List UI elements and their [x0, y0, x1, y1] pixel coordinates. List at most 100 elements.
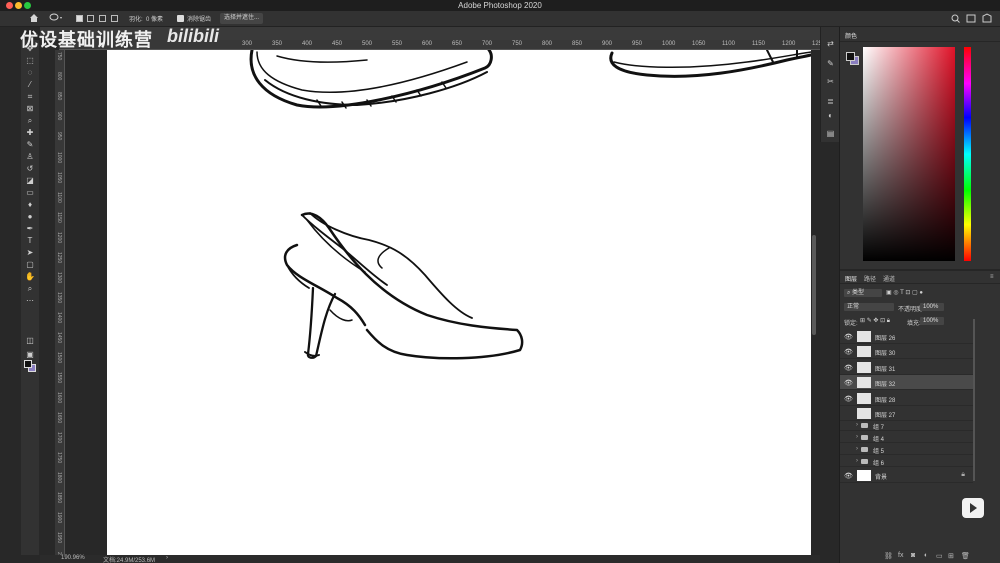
crop-tool-icon[interactable]: ⌗: [25, 92, 35, 101]
layer-name[interactable]: 图层 32: [875, 379, 895, 388]
lasso-tool-icon[interactable]: ◌: [25, 68, 35, 77]
layer-filter-select[interactable]: ⌕ 类型: [844, 289, 882, 297]
group-expand-chevron-icon[interactable]: ›: [856, 422, 858, 428]
layer-row[interactable]: 👁︎ 图层 30: [840, 344, 973, 360]
link-layers-icon[interactable]: ⛓: [884, 552, 893, 560]
shape-tool-icon[interactable]: ▢: [25, 260, 35, 269]
lock-icons[interactable]: ⊞ ✎ ✥ ⊡ 🔒︎: [860, 317, 890, 325]
healing-brush-icon[interactable]: ✚: [25, 128, 35, 137]
lock-icon[interactable]: 🔒︎: [961, 471, 965, 479]
search-icon[interactable]: [951, 14, 960, 23]
brush-settings-icon[interactable]: ✎: [826, 59, 835, 68]
layer-row[interactable]: 👁︎ 背景 🔒︎: [840, 468, 973, 483]
more-tools-icon[interactable]: ⋯: [25, 296, 35, 305]
home-icon[interactable]: [29, 13, 39, 23]
layer-name[interactable]: 图层 31: [875, 364, 895, 373]
group-expand-chevron-icon[interactable]: ›: [856, 458, 858, 464]
blur-tool-icon[interactable]: ♦: [25, 200, 35, 209]
layer-name[interactable]: 图层 28: [875, 395, 895, 404]
type-tool-icon[interactable]: T: [25, 236, 35, 245]
tab-channels[interactable]: 通道: [883, 274, 895, 283]
styles-icon[interactable]: ◐: [826, 111, 835, 120]
visibility-eye-icon[interactable]: 👁︎: [844, 364, 853, 372]
eraser-tool-icon[interactable]: ◪: [25, 176, 35, 185]
group-expand-chevron-icon[interactable]: ›: [856, 446, 858, 452]
select-and-mask-button[interactable]: 选择并遮住...: [220, 13, 264, 24]
quick-mask-icon[interactable]: ◫: [25, 336, 35, 345]
adjustments-icon[interactable]: ✂: [826, 77, 835, 86]
visibility-eye-icon[interactable]: 👁︎: [844, 333, 853, 341]
eyedropper-tool-icon[interactable]: ⌕: [25, 116, 35, 125]
blend-mode-select[interactable]: 正常: [844, 303, 894, 311]
layer-row[interactable]: 👁︎ 图层 28: [840, 391, 973, 406]
document-tab-bar[interactable]: [40, 27, 820, 40]
new-layer-icon[interactable]: ⊞: [948, 552, 954, 560]
channels-icon[interactable]: ▤: [826, 129, 835, 138]
color-spectrum[interactable]: [863, 47, 955, 261]
lasso-tool-icon[interactable]: [49, 13, 63, 23]
layer-row[interactable]: 👁︎ 图层 31: [840, 360, 973, 375]
tab-color[interactable]: 颜色: [845, 31, 857, 40]
layer-name[interactable]: 图层 27: [875, 410, 895, 419]
gradient-tool-icon[interactable]: ▭: [25, 188, 35, 197]
layer-name[interactable]: 图层 26: [875, 333, 895, 342]
status-menu-chevron-icon[interactable]: ›: [166, 555, 168, 561]
layer-row[interactable]: 👁︎ 图层 26: [840, 329, 973, 344]
layer-name[interactable]: 图层 30: [875, 348, 895, 357]
zoom-tool-icon[interactable]: ⌕: [25, 284, 35, 293]
feather-input[interactable]: 0 像素: [146, 14, 163, 23]
vertical-scrollbar[interactable]: [812, 235, 816, 335]
history-panel-icon[interactable]: ⇄: [826, 39, 835, 48]
marquee-tool-icon[interactable]: ⬚: [25, 56, 35, 65]
document-canvas[interactable]: [107, 50, 811, 555]
folder-icon: [861, 435, 868, 440]
history-brush-icon[interactable]: ↺: [25, 164, 35, 173]
group-expand-chevron-icon[interactable]: ›: [856, 434, 858, 440]
layer-group-row[interactable]: › 组 5: [840, 443, 973, 455]
filter-type-icons[interactable]: ▣ ◎ T ⊡ ▢ ●: [886, 289, 923, 296]
intersect-selection-icon[interactable]: [111, 15, 118, 22]
layer-group-row[interactable]: › 组 4: [840, 431, 973, 443]
hand-tool-icon[interactable]: ✋: [25, 272, 35, 281]
delete-layer-icon[interactable]: 🗑︎: [961, 552, 970, 560]
ruler-tick-label: 700: [482, 41, 493, 47]
layer-style-icon[interactable]: fx: [898, 552, 903, 559]
anti-alias-checkbox[interactable]: [177, 15, 184, 22]
properties-icon[interactable]: ≣: [826, 97, 835, 106]
hue-slider[interactable]: [964, 47, 971, 261]
add-mask-icon[interactable]: ◙: [911, 552, 915, 559]
adjustment-layer-icon[interactable]: ◐: [924, 552, 928, 559]
quick-select-tool-icon[interactable]: ⁄: [25, 80, 35, 89]
clone-stamp-icon[interactable]: ♙: [25, 152, 35, 161]
brush-tool-icon[interactable]: ✎: [25, 140, 35, 149]
workspace-icon[interactable]: [966, 14, 976, 23]
pen-tool-icon[interactable]: ✒: [25, 224, 35, 233]
frame-tool-icon[interactable]: ⊠: [25, 104, 35, 113]
panel-menu-icon[interactable]: ≡: [990, 274, 994, 280]
visibility-eye-icon[interactable]: 👁︎: [844, 348, 853, 356]
new-selection-icon[interactable]: [76, 15, 83, 22]
color-panel-foreground-swatch[interactable]: [846, 52, 855, 61]
foreground-color-swatch[interactable]: [24, 360, 32, 368]
add-to-selection-icon[interactable]: [87, 15, 94, 22]
layers-scrollbar[interactable]: [973, 319, 975, 481]
layer-group-row[interactable]: › 组 6: [840, 455, 973, 467]
screen-mode-icon[interactable]: ▣: [25, 350, 35, 359]
visibility-eye-icon[interactable]: 👁︎: [844, 395, 853, 403]
fill-input[interactable]: 100%: [920, 317, 944, 325]
dodge-tool-icon[interactable]: ●: [25, 212, 35, 221]
tab-layers[interactable]: 图层: [845, 274, 857, 283]
visibility-eye-icon[interactable]: 👁︎: [844, 472, 853, 480]
new-group-icon[interactable]: ▭: [936, 552, 943, 560]
subtract-selection-icon[interactable]: [99, 15, 106, 22]
layer-group-row[interactable]: › 组 7: [840, 419, 973, 431]
layer-row[interactable]: 👁︎ 图层 32: [840, 375, 973, 391]
share-icon[interactable]: [982, 13, 992, 23]
layer-name[interactable]: 背景: [875, 472, 887, 481]
opacity-input[interactable]: 100%: [920, 303, 944, 311]
zoom-level[interactable]: 190.96%: [61, 555, 85, 561]
path-select-icon[interactable]: ➤: [25, 248, 35, 257]
visibility-eye-icon[interactable]: 👁︎: [844, 379, 853, 387]
tab-paths[interactable]: 路径: [864, 274, 876, 283]
layer-filter-value: 类型: [852, 290, 865, 296]
